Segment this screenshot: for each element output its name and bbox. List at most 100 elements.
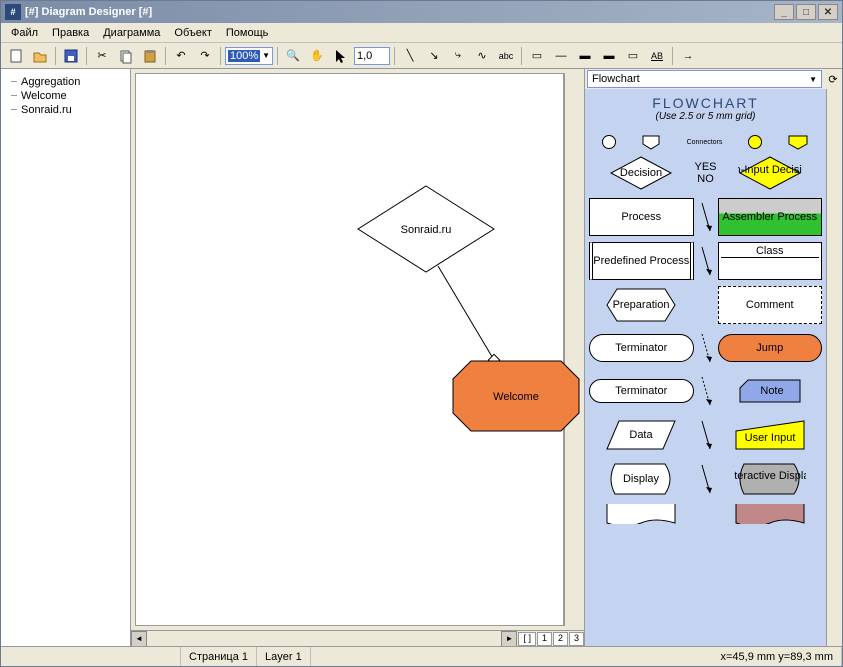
shape-predefined[interactable]: Predefined Process (589, 242, 694, 280)
shape-jump[interactable]: Jump (718, 334, 823, 362)
svg-text:Note: Note (760, 385, 783, 397)
line-tool-icon[interactable]: ╲ (399, 45, 421, 67)
svg-text:Preparation: Preparation (613, 299, 670, 311)
menubar: Файл Правка Диаграмма Объект Помощь (1, 23, 842, 43)
close-button[interactable]: ✕ (818, 4, 838, 20)
status-layer: Layer 1 (257, 647, 311, 666)
tree-sidebar: Aggregation Welcome Sonraid.ru (1, 69, 131, 646)
curve-tool-icon[interactable]: ∿ (471, 45, 493, 67)
scroll-right-icon[interactable]: ► (501, 631, 517, 647)
rect-tool-icon[interactable]: ▭ (526, 45, 548, 67)
connector-offpage-icon[interactable] (641, 134, 661, 150)
tab-blank[interactable]: [ ] (518, 632, 536, 646)
arrow-icon (696, 199, 716, 235)
palette-refresh-icon[interactable]: ⟳ (824, 70, 842, 88)
save-icon[interactable] (60, 45, 82, 67)
arrow-right-icon[interactable]: → (677, 45, 699, 67)
tree-item-welcome[interactable]: Welcome (7, 89, 124, 103)
line-width-input[interactable]: 1,0 (354, 47, 390, 65)
shape2-icon[interactable]: ▬ (598, 45, 620, 67)
open-icon[interactable] (29, 45, 51, 67)
shape-terminator[interactable]: Terminator (589, 334, 694, 362)
svg-text:User Input: User Input (744, 432, 795, 444)
shape-terminator2[interactable]: Terminator (589, 379, 694, 403)
svg-text:On-Input Decision: On-Input Decision (738, 164, 802, 176)
yesno-labels: YESNO (696, 161, 716, 185)
tab-1[interactable]: 1 (537, 632, 552, 646)
shape-note[interactable]: Note (718, 372, 823, 410)
scrollbar-vertical[interactable] (564, 73, 580, 626)
arrow-icon (696, 461, 716, 497)
shape-preparation[interactable]: Preparation (589, 286, 694, 324)
text-tool-icon[interactable]: abc (495, 45, 517, 67)
minimize-button[interactable]: _ (774, 4, 794, 20)
palette-subtitle: (Use 2.5 or 5 mm grid) (589, 111, 822, 122)
canvas-wrap: Sonraid.ru Welcome ◄ ► [ ] 1 2 3 (131, 69, 584, 646)
connectors-label: Connectors (687, 139, 723, 146)
shape-display[interactable]: Display (589, 460, 694, 498)
shape-document[interactable] (589, 504, 694, 524)
scrollbar-horizontal[interactable]: ◄ ► [ ] 1 2 3 (131, 630, 584, 646)
zoom-input[interactable]: 100%▼ (225, 47, 273, 65)
new-icon[interactable] (5, 45, 27, 67)
palette-scrollbar[interactable] (826, 89, 842, 646)
maximize-button[interactable]: □ (796, 4, 816, 20)
menu-edit[interactable]: Правка (46, 25, 95, 41)
titlebar[interactable]: # [#] Diagram Designer [#] _ □ ✕ (1, 1, 842, 23)
shape1-icon[interactable]: ▬ (574, 45, 596, 67)
toolbar: ✂ ↶ ↷ 100%▼ 🔍 ✋ 1,0 ╲ ↘ ⤷ ∿ abc ▭ — ▬ ▬ … (1, 43, 842, 69)
textbox-icon[interactable]: AB (646, 45, 668, 67)
shape-interactive-display[interactable]: Interactive Display (718, 460, 823, 498)
undo-icon[interactable]: ↶ (170, 45, 192, 67)
shape-data[interactable]: Data (589, 416, 694, 454)
zoom-tool-icon[interactable]: 🔍 (282, 45, 304, 67)
menu-object[interactable]: Объект (168, 25, 217, 41)
shape-diamond-sonraid[interactable]: Sonraid.ru (356, 184, 496, 274)
canvas[interactable]: Sonraid.ru Welcome (135, 73, 564, 626)
tab-3[interactable]: 3 (569, 632, 584, 646)
arrow-icon (696, 417, 716, 453)
menu-help[interactable]: Помощь (220, 25, 275, 41)
svg-text:Welcome: Welcome (493, 391, 539, 403)
connector-tool-icon[interactable]: ⤷ (447, 45, 469, 67)
palette-title: FLOWCHART (589, 95, 822, 111)
shape-octagon-welcome[interactable]: Welcome (451, 359, 581, 433)
line-style-icon[interactable]: — (550, 45, 572, 67)
pan-tool-icon[interactable]: ✋ (306, 45, 328, 67)
connector-yellow-offpage-icon[interactable] (787, 134, 809, 150)
redo-icon[interactable]: ↷ (194, 45, 216, 67)
svg-text:Display: Display (623, 473, 660, 485)
dashed-arrow-icon (696, 373, 716, 409)
tab-2[interactable]: 2 (553, 632, 568, 646)
menu-diagram[interactable]: Диаграмма (97, 25, 166, 41)
shape-userinput[interactable]: User Input (718, 416, 823, 454)
menu-file[interactable]: Файл (5, 25, 44, 41)
palette-dropdown[interactable]: Flowchart (587, 70, 822, 88)
scroll-left-icon[interactable]: ◄ (131, 631, 147, 647)
shape-decision[interactable]: Decision (589, 154, 694, 192)
tree-item-sonraid[interactable]: Sonraid.ru (7, 103, 124, 117)
arrow-icon (696, 243, 716, 279)
svg-text:Data: Data (630, 429, 654, 441)
connector-yellow-circle-icon[interactable] (748, 135, 762, 149)
copy-icon[interactable] (115, 45, 137, 67)
cut-icon[interactable]: ✂ (91, 45, 113, 67)
svg-text:Decision: Decision (620, 167, 662, 179)
shape3-icon[interactable]: ▭ (622, 45, 644, 67)
shape-comment[interactable]: Comment (718, 286, 823, 324)
dashed-arrow-icon (696, 330, 716, 366)
connector-row: Connectors (589, 130, 822, 154)
connector-circle-icon[interactable] (602, 135, 616, 149)
arrow-tool-icon[interactable]: ↘ (423, 45, 445, 67)
shape-assembler[interactable]: Assembler Process (718, 198, 823, 236)
connector-line[interactable] (436, 264, 516, 374)
shape-oninput-decision[interactable]: On-Input Decision (718, 154, 823, 192)
select-tool-icon[interactable] (330, 45, 352, 67)
paste-icon[interactable] (139, 45, 161, 67)
svg-text:Sonraid.ru: Sonraid.ru (401, 224, 452, 236)
shape-print-report[interactable] (718, 504, 823, 524)
shape-class[interactable]: Class (718, 242, 823, 280)
tree-item-aggregation[interactable]: Aggregation (7, 75, 124, 89)
shape-process[interactable]: Process (589, 198, 694, 236)
app-window: # [#] Diagram Designer [#] _ □ ✕ Файл Пр… (0, 0, 843, 667)
